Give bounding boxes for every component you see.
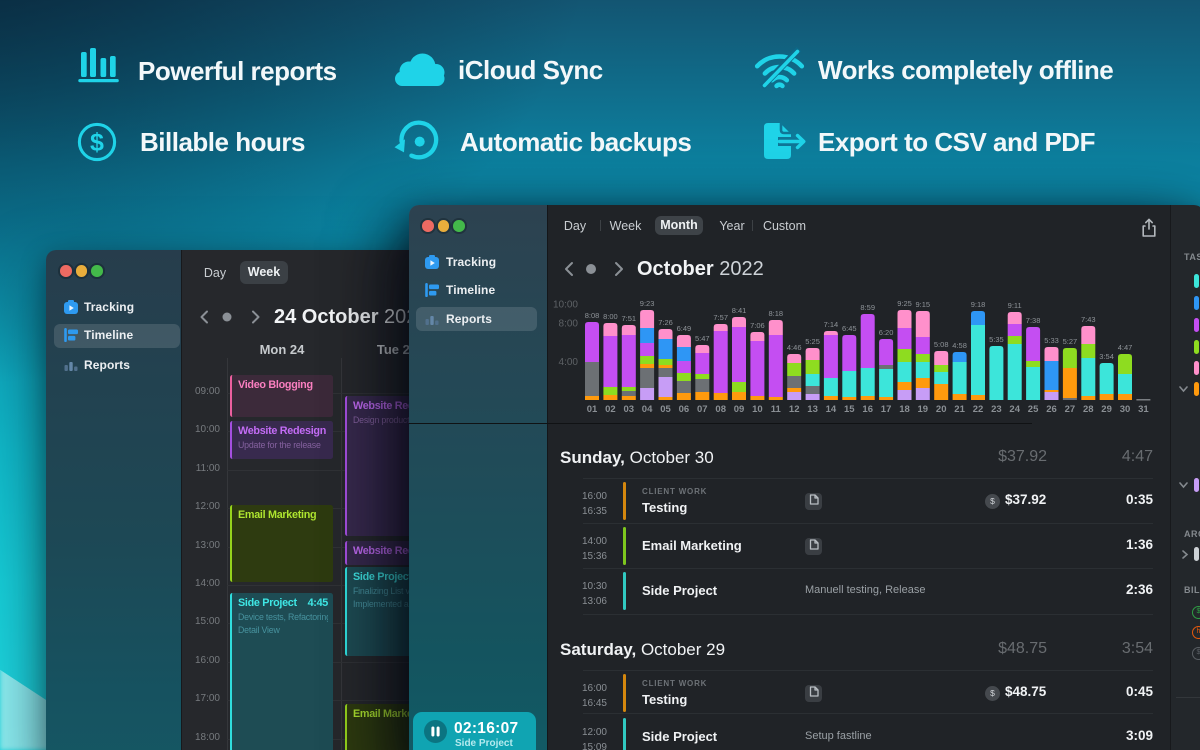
- svg-text:$: $: [90, 129, 104, 157]
